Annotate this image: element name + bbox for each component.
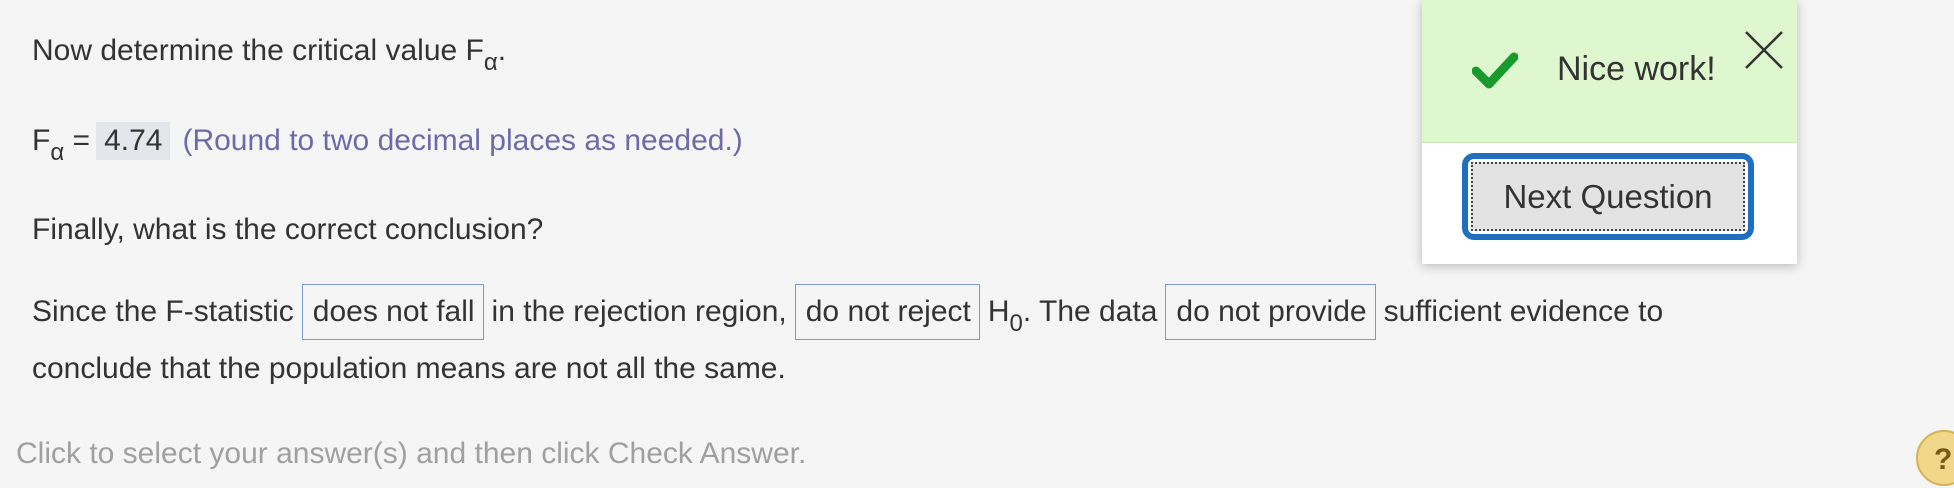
feedback-popup: Nice work! Next Question [1422,0,1797,264]
alpha-subscript: α [483,49,498,76]
help-icon[interactable]: ? [1916,430,1954,486]
data-text: . The data [1022,295,1158,328]
provide-dropdown[interactable]: do not provide [1165,284,1376,340]
period: . [497,34,507,67]
answer-line: Fα = 4.74 (Round to two decimal places as … [32,122,743,166]
critical-value-answer[interactable]: 4.74 [96,122,171,160]
next-question-button[interactable]: Next Question [1462,153,1754,240]
evidence-text: sufficient evidence to [1383,295,1664,328]
conclusion-line-2: conclude that the population means are n… [32,352,786,385]
h-subscript: 0 [1009,310,1023,337]
critical-value-text: Now determine the critical value F [32,34,484,67]
f-label: F [32,124,51,157]
close-icon[interactable] [1742,28,1786,72]
critical-value-prompt: Now determine the critical value Fα. [32,34,507,76]
check-icon [1471,50,1519,90]
since-text: Since the F-statistic [32,295,294,328]
next-question-label: Next Question [1471,162,1745,231]
alpha-subscript-2: α [50,139,65,166]
conclusion-prompt: Finally, what is the correct conclusion? [32,213,544,246]
success-message: Nice work! [1557,50,1716,88]
conclusion-sentence: Since the F-statistic does not fall in the… [32,284,1663,340]
region-text: in the rejection region, [491,295,787,328]
h-label: H [987,295,1010,328]
instructions-text: Click to select your answer(s) and then … [16,437,807,470]
equals-sign: = [72,124,91,157]
round-hint: (Round to two decimal places as needed.) [182,124,743,157]
reject-dropdown[interactable]: do not reject [794,284,980,340]
success-banner: Nice work! [1422,0,1797,143]
fall-dropdown[interactable]: does not fall [301,284,484,340]
